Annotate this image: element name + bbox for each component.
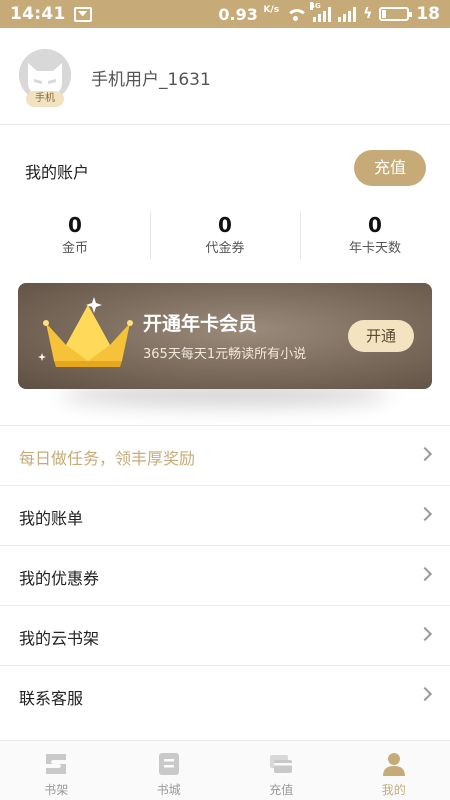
chevron-right-icon	[417, 566, 433, 582]
stat-card-days-value: 0	[368, 213, 382, 237]
stat-coins-label: 金币	[61, 241, 88, 256]
tab-mine[interactable]: 我的	[338, 741, 450, 800]
vip-banner[interactable]: 开通年卡会员 365天每天1元畅读所有小说 开通	[18, 283, 432, 389]
chevron-right-icon	[417, 626, 433, 642]
menu-item-cloud-shelf[interactable]: 我的云书架	[0, 605, 450, 665]
profile-icon	[382, 753, 405, 776]
bookstore-icon	[158, 753, 179, 775]
tab-label: 我的	[381, 783, 406, 797]
menu-item-label: 每日做任务，领丰厚奖励	[19, 449, 196, 468]
wifi-icon	[286, 7, 306, 22]
recharge-icon	[270, 755, 293, 773]
battery-icon	[379, 7, 413, 21]
recharge-button[interactable]: 充值	[354, 150, 426, 186]
account-title: 我的账户	[25, 163, 90, 182]
vip-banner-title: 开通年卡会员	[143, 313, 258, 335]
menu-item-label: 我的账单	[19, 509, 84, 528]
charging-icon: ϟ	[363, 6, 373, 22]
vip-banner-subtitle: 365天每天1元畅读所有小说	[143, 347, 307, 362]
profile-header[interactable]: 手机 手机用户_1631	[0, 28, 450, 125]
bottom-tab-bar: 书架 书城 充值 我的	[0, 740, 450, 800]
cellular-signal-icon: 4G	[310, 1, 332, 22]
stat-coins[interactable]: 0 金币	[0, 211, 150, 261]
crown-icon	[38, 297, 133, 367]
menu-list: 每日做任务，领丰厚奖励 我的账单 我的优惠券 我的云书架 联系客服	[0, 425, 450, 725]
network-speed-unit: K/s	[263, 4, 280, 15]
chevron-right-icon	[417, 686, 433, 702]
stat-card-days-label: 年卡天数	[348, 241, 401, 256]
cellular-signal-2-icon	[338, 6, 357, 22]
chevron-right-icon	[417, 446, 433, 462]
tab-label: 书城	[156, 783, 181, 797]
menu-item-label: 我的云书架	[19, 629, 100, 648]
menu-item-label: 我的优惠券	[19, 569, 100, 588]
network-speed: 0.93 K/s	[218, 4, 280, 24]
username: 手机用户_1631	[91, 70, 211, 90]
avatar-badge: 手机	[26, 91, 64, 107]
tab-bookshelf[interactable]: 书架	[0, 741, 113, 800]
menu-item-daily-tasks[interactable]: 每日做任务，领丰厚奖励	[0, 425, 450, 485]
menu-item-label: 联系客服	[19, 689, 84, 708]
tab-label: 充值	[269, 783, 294, 797]
battery-fill	[382, 10, 387, 18]
menu-item-customer-service[interactable]: 联系客服	[0, 665, 450, 725]
account-stats: 0 金币 0 代金券 0 年卡天数	[0, 211, 450, 261]
vip-open-button[interactable]: 开通	[348, 320, 414, 352]
account-section: 我的账户 充值 0 金币 0 代金券 0 年卡天数 开通年卡会员 365天每天1…	[0, 126, 450, 421]
menu-item-coupons[interactable]: 我的优惠券	[0, 545, 450, 605]
stat-coins-value: 0	[68, 213, 82, 237]
stat-card-days[interactable]: 0 年卡天数	[300, 211, 450, 261]
tab-bookstore[interactable]: 书城	[113, 741, 226, 800]
menu-item-bills[interactable]: 我的账单	[0, 485, 450, 545]
notification-icon	[73, 6, 92, 22]
status-bar: 14:41 0.93 K/s 4G ϟ 18	[0, 0, 450, 28]
status-indicators: 0.93 K/s 4G ϟ 18	[218, 1, 440, 24]
stat-vouchers-label: 代金券	[205, 241, 245, 256]
status-time: 14:41	[10, 4, 66, 24]
tab-recharge[interactable]: 充值	[225, 741, 338, 800]
network-type: 4G	[310, 1, 321, 10]
battery-level: 18	[416, 4, 440, 24]
tab-label: 书架	[44, 783, 69, 797]
stat-vouchers-value: 0	[218, 213, 232, 237]
chevron-right-icon	[417, 506, 433, 522]
bookshelf-icon	[46, 754, 67, 774]
stat-vouchers[interactable]: 0 代金券	[150, 211, 300, 261]
